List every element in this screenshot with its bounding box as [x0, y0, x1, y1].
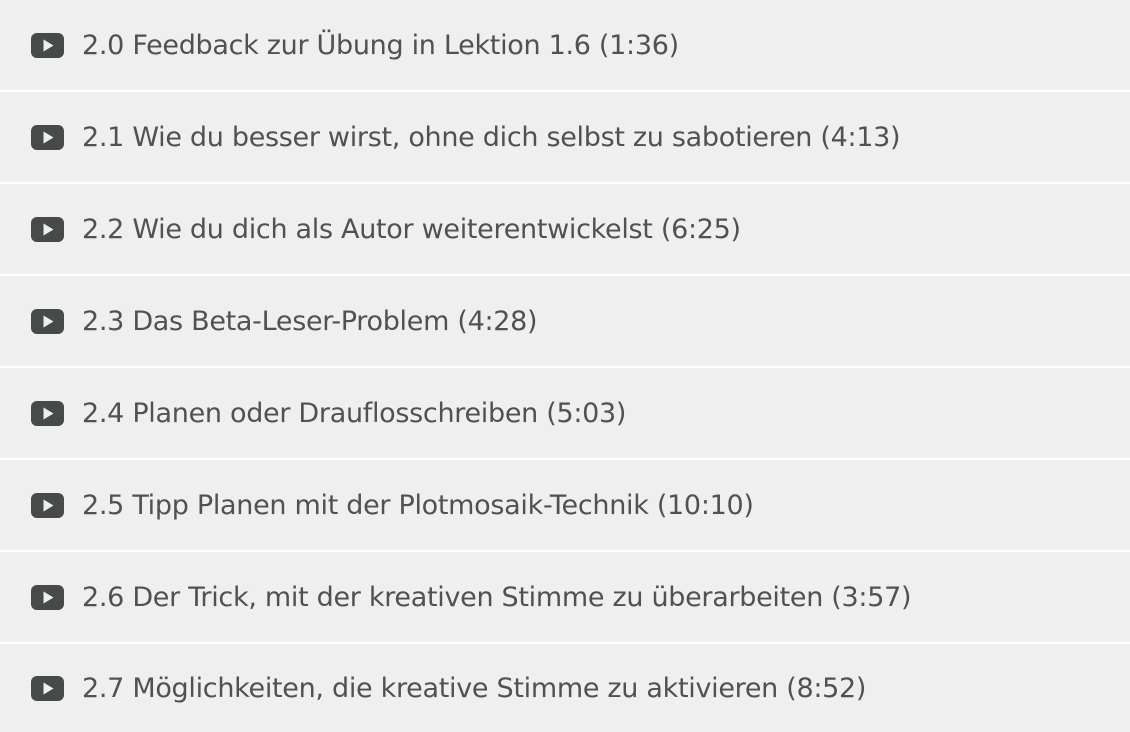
lesson-item-2-5[interactable]: 2.5 Tipp Planen mit der Plotmosaik-Techn… — [0, 460, 1130, 552]
play-video-icon — [31, 584, 64, 610]
lesson-title: 2.6 Der Trick, mit der kreativen Stimme … — [82, 581, 912, 613]
lesson-item-2-3[interactable]: 2.3 Das Beta-Leser-Problem (4:28) — [0, 276, 1130, 368]
lesson-title: 2.1 Wie du besser wirst, ohne dich selbs… — [82, 121, 901, 153]
lesson-item-2-1[interactable]: 2.1 Wie du besser wirst, ohne dich selbs… — [0, 92, 1130, 184]
play-video-icon — [31, 400, 64, 426]
lesson-title: 2.7 Möglichkeiten, die kreative Stimme z… — [82, 672, 867, 704]
play-video-icon — [31, 308, 64, 334]
lesson-title: 2.5 Tipp Planen mit der Plotmosaik-Techn… — [82, 489, 754, 521]
lesson-item-2-0[interactable]: 2.0 Feedback zur Übung in Lektion 1.6 (1… — [0, 0, 1130, 92]
play-video-icon — [31, 492, 64, 518]
lesson-title: 2.4 Planen oder Drauflosschreiben (5:03) — [82, 397, 627, 429]
play-video-icon — [31, 32, 64, 58]
play-video-icon — [31, 216, 64, 242]
lesson-item-2-6[interactable]: 2.6 Der Trick, mit der kreativen Stimme … — [0, 552, 1130, 644]
play-video-icon — [31, 124, 64, 150]
lesson-item-2-7[interactable]: 2.7 Möglichkeiten, die kreative Stimme z… — [0, 644, 1130, 732]
lesson-title: 2.2 Wie du dich als Autor weiterentwicke… — [82, 213, 741, 245]
lesson-item-2-4[interactable]: 2.4 Planen oder Drauflosschreiben (5:03) — [0, 368, 1130, 460]
lesson-title: 2.0 Feedback zur Übung in Lektion 1.6 (1… — [82, 29, 679, 61]
lesson-list: 2.0 Feedback zur Übung in Lektion 1.6 (1… — [0, 0, 1130, 732]
play-video-icon — [31, 675, 64, 701]
lesson-item-2-2[interactable]: 2.2 Wie du dich als Autor weiterentwicke… — [0, 184, 1130, 276]
lesson-title: 2.3 Das Beta-Leser-Problem (4:28) — [82, 305, 538, 337]
